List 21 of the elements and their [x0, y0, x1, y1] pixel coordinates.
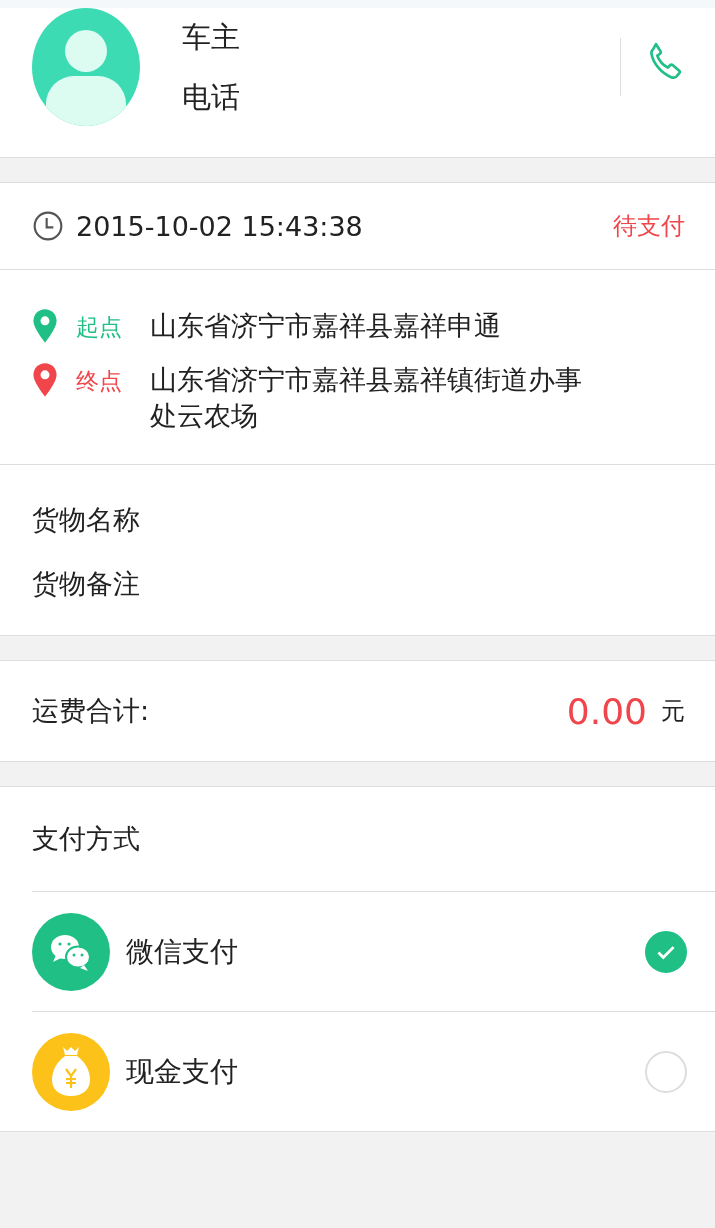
- payment-title: 支付方式: [32, 822, 140, 856]
- fee-amount: 0.00: [566, 690, 647, 732]
- route-point-label: 起点: [76, 313, 122, 342]
- currency-unit: 元: [661, 696, 685, 727]
- chat-bubbles-icon: [32, 912, 110, 991]
- cargo-name-label: 货物名称: [32, 503, 141, 537]
- order-status: 待支付: [613, 211, 685, 242]
- address-text: 山东省济宁市嘉祥县嘉祥申通: [150, 309, 501, 343]
- radio-button[interactable]: [645, 930, 687, 973]
- route-point-label: 终点: [76, 367, 122, 396]
- payment-option[interactable]: 微信支付: [32, 892, 715, 1011]
- fee-label: 运费合计:: [32, 694, 150, 728]
- money-bag-icon: [32, 1032, 110, 1111]
- clock-icon: [32, 210, 64, 242]
- address-text: 山东省济宁市嘉祥县嘉祥镇街道办事处云农场: [150, 363, 583, 433]
- driver-phone: 电话: [182, 80, 240, 114]
- payment-option[interactable]: 现金支付: [32, 1012, 715, 1131]
- cargo-note-label: 货物备注: [32, 567, 141, 601]
- order-time: 2015-10-02 15:43:38: [76, 210, 363, 242]
- avatar-icon: [32, 8, 140, 126]
- driver-name: 车主: [182, 20, 240, 54]
